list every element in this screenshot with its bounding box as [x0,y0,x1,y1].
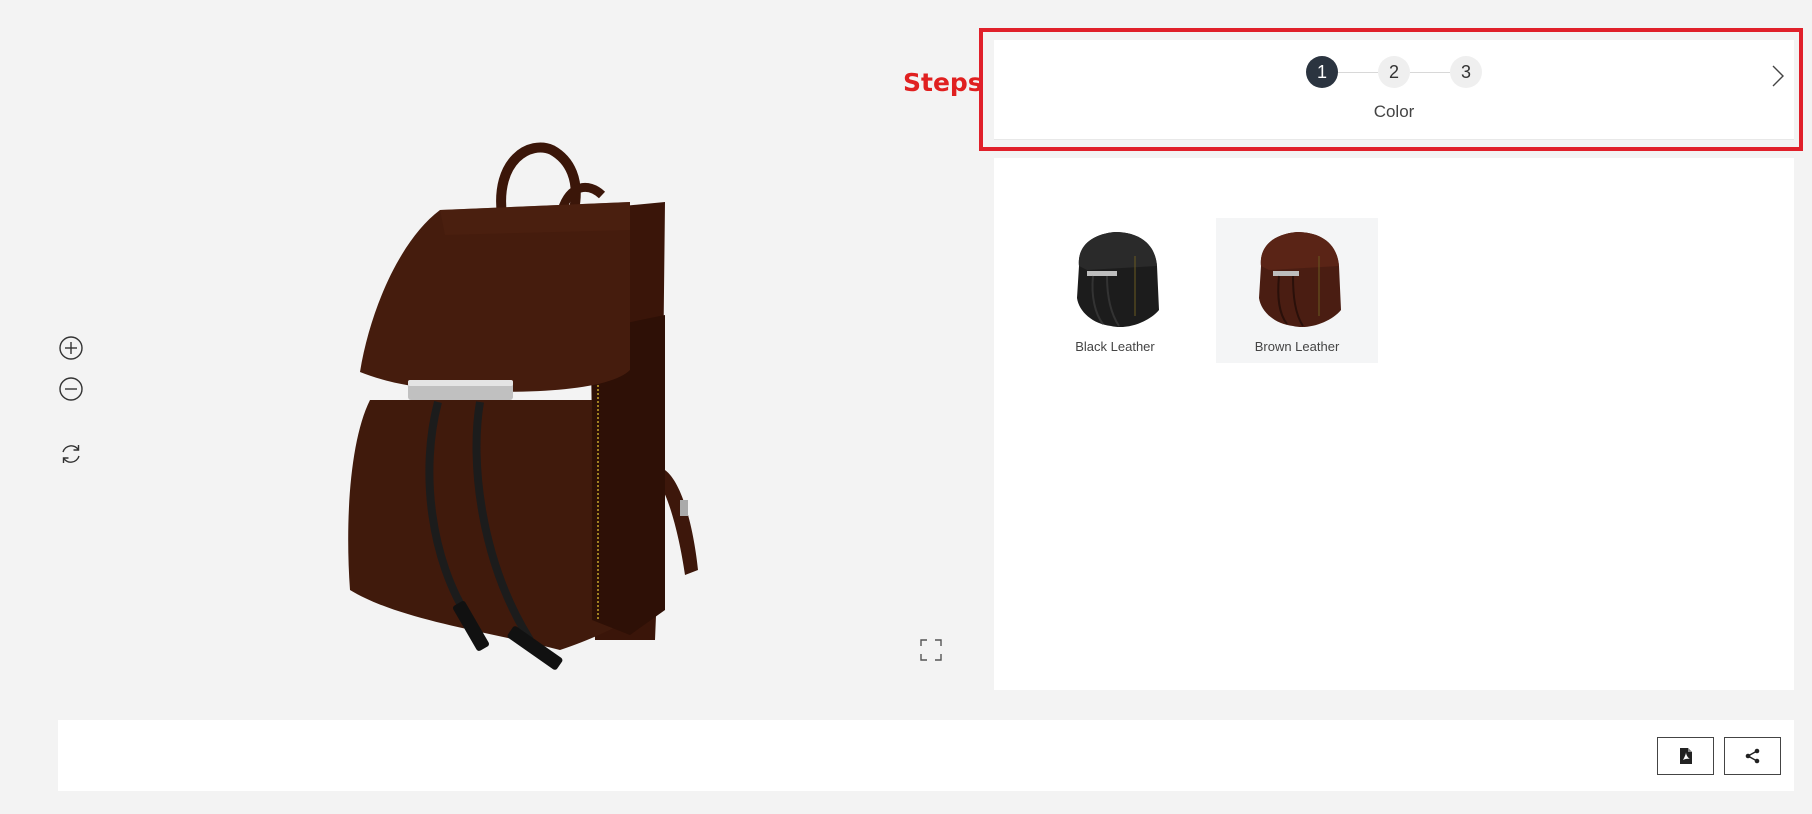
step-2-button[interactable]: 2 [1378,56,1410,88]
step-3-button[interactable]: 3 [1450,56,1482,88]
swatch-black-leather[interactable]: Black Leather [1034,218,1196,363]
next-step-arrow-icon[interactable] [1766,60,1790,92]
pdf-icon [1679,748,1692,764]
backpack-model[interactable] [330,140,720,670]
step-1-button[interactable]: 1 [1306,56,1338,88]
product-viewer[interactable] [0,0,980,700]
swatch-brown-leather[interactable]: Brown Leather [1216,218,1378,363]
zoom-out-icon[interactable] [57,375,85,403]
step-connector [1338,71,1378,73]
share-icon [1745,748,1759,764]
active-step-name: Color [1373,102,1415,121]
step-indicator: 1 2 3 [994,56,1794,88]
zoom-in-icon[interactable] [57,334,85,362]
step-connector [1410,71,1450,73]
swatch-label: Brown Leather [1254,339,1340,354]
brown-leather-thumbnail [1259,232,1341,328]
swatch-label: Black Leather [1075,339,1155,354]
rotate-icon[interactable] [57,440,85,468]
fullscreen-icon[interactable] [917,636,945,664]
bottom-action-bar [58,720,1794,791]
options-panel: Black Leather Brown Leather [994,158,1794,690]
share-button[interactable] [1724,737,1781,775]
annotation-label: Steps [903,68,983,97]
steps-panel: 1 2 3 Color [994,40,1794,140]
pdf-download-button[interactable] [1657,737,1714,775]
black-leather-thumbnail [1077,232,1159,328]
